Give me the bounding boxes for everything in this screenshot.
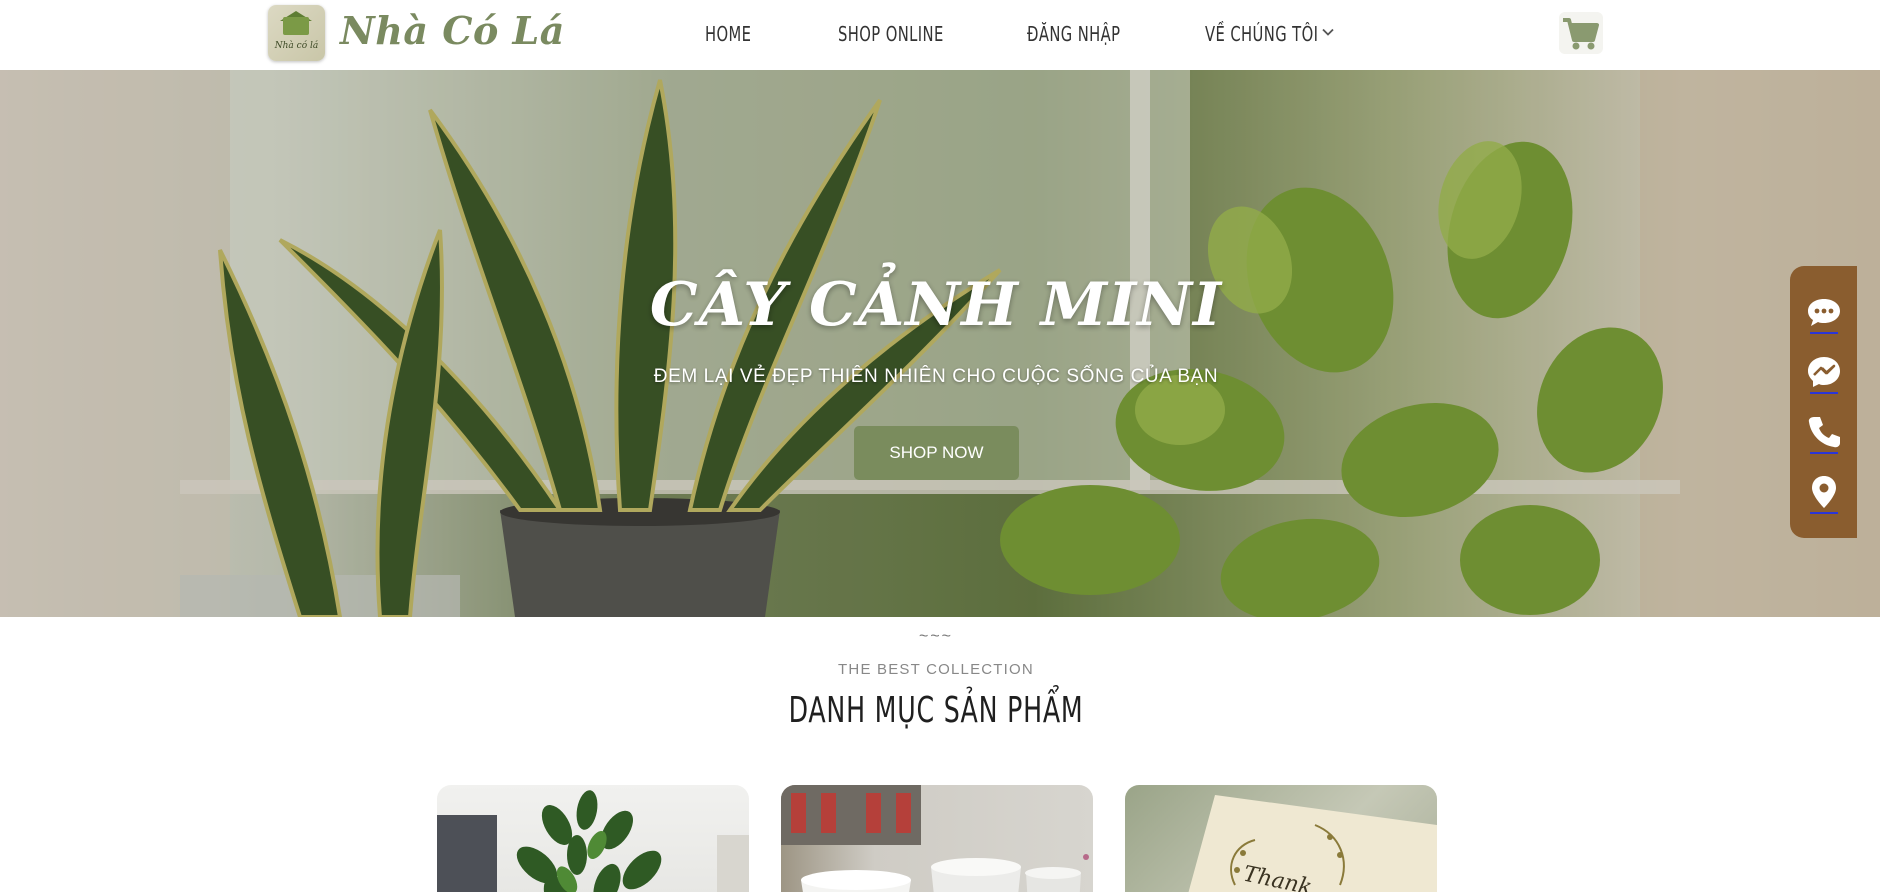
nav-shop-online[interactable]: SHOP ONLINE — [838, 22, 944, 46]
nav-home[interactable]: HOME — [705, 22, 751, 46]
location-icon[interactable] — [1806, 474, 1842, 514]
brand-name[interactable]: Nhà Có Lá — [340, 8, 565, 53]
chevron-down-icon[interactable] — [1322, 26, 1334, 38]
messenger-icon[interactable] — [1806, 354, 1842, 394]
chat-icon[interactable] — [1806, 294, 1842, 334]
section-kicker: THE BEST COLLECTION — [838, 661, 1034, 678]
contact-sidebar — [1790, 266, 1857, 538]
section-title-text: DANH MỤC SẢN PHẨM — [788, 690, 1084, 731]
category-card-3[interactable]: Thank — [1125, 785, 1437, 892]
section-title: DANH MỤC SẢN PHẨM — [0, 690, 1872, 731]
hero-title: CÂY CẢNH MINI — [649, 270, 1223, 340]
cart-icon — [1563, 18, 1599, 50]
white-pots-photo — [781, 785, 1089, 892]
hero-banner: CÂY CẢNH MINI ĐEM LẠI VẺ ĐẸP THIÊN NHIÊN… — [0, 70, 1880, 617]
nav-about-us[interactable]: VỀ CHÚNG TÔI — [1205, 22, 1318, 46]
phone-icon[interactable] — [1806, 414, 1842, 454]
logo-image[interactable]: Nhà có lá — [268, 5, 325, 61]
site-header: Nhà có lá Nhà Có Lá HOME SHOP ONLINE ĐĂN… — [0, 0, 1880, 70]
section-ornament: ~~~ — [918, 628, 954, 645]
cart-button[interactable] — [1559, 12, 1603, 54]
nav-login[interactable]: ĐĂNG NHẬP — [1027, 22, 1120, 46]
zz-plant-photo — [437, 790, 749, 892]
shop-now-button[interactable]: SHOP NOW — [854, 426, 1019, 480]
category-card-1[interactable] — [437, 785, 749, 892]
hero-subtitle: ĐEM LẠI VẺ ĐẸP THIÊN NHIÊN CHO CUỘC SỐNG… — [653, 366, 1219, 387]
thank-you-card-photo: Thank — [1188, 795, 1437, 892]
hero-plants-photo — [0, 70, 1880, 617]
category-card-2[interactable] — [781, 785, 1093, 892]
logo-house-shape — [283, 17, 309, 35]
logo-small-text: Nhà có lá — [274, 41, 319, 51]
